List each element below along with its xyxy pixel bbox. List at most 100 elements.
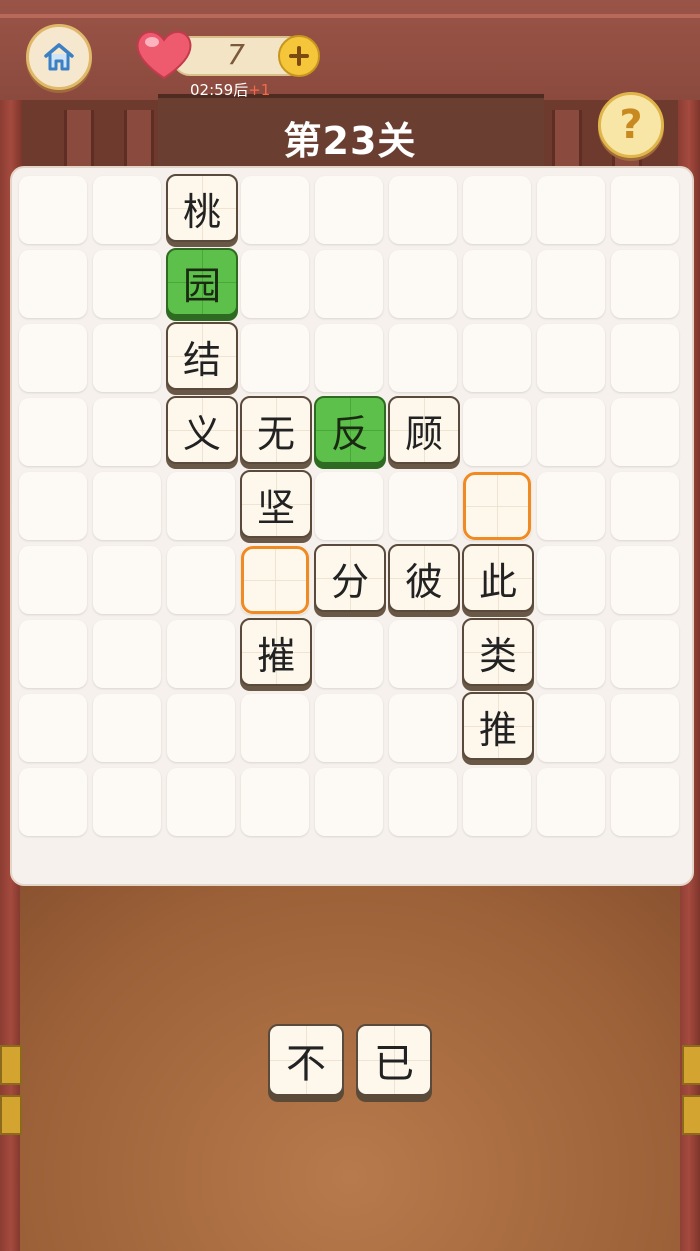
home-button[interactable] [26,24,92,90]
grid-cell [611,250,679,318]
character-tile[interactable]: 此 [462,544,534,612]
grid-cell [315,176,383,244]
grid-cell [389,694,457,762]
grid-cell [241,176,309,244]
grid-cell [167,546,235,614]
character-tile[interactable]: 彼 [388,544,460,612]
brass-fitting [682,1045,700,1085]
character-tile[interactable]: 分 [314,544,386,612]
grid-cell [537,546,605,614]
grid-cell [167,768,235,836]
grid-cell [537,398,605,466]
grid-cell [389,324,457,392]
grid-cell [93,620,161,688]
empty-slot[interactable] [241,546,309,614]
grid-cell [241,694,309,762]
grid-cell [93,768,161,836]
grid-cell [93,472,161,540]
grid-cell [463,398,531,466]
grid-cell [389,472,457,540]
character-tile[interactable]: 摧 [240,618,312,686]
grid-cell [241,768,309,836]
grid-cell [93,398,161,466]
grid-cell [93,694,161,762]
grid-cell [241,324,309,392]
puzzle-board: 桃园结义无反顾坚分彼此摧 类推 [10,166,694,886]
character-tile[interactable]: 桃 [166,174,238,242]
choice-area [20,880,680,1251]
grid-cell [19,546,87,614]
grid-cell [463,768,531,836]
grid-cell [389,176,457,244]
grid-cell [463,176,531,244]
correct-tile[interactable]: 园 [166,248,238,316]
character-tile[interactable]: 推 [462,692,534,760]
grid-cell [315,620,383,688]
grid-cell [315,250,383,318]
grid-cell [611,694,679,762]
grid-cell [611,398,679,466]
character-tile[interactable]: 坚 [240,470,312,538]
grid-cell [537,324,605,392]
grid-cell [167,694,235,762]
grid-cell [537,176,605,244]
grid-cell [611,472,679,540]
grid-cell [315,694,383,762]
character-tile[interactable]: 义 [166,396,238,464]
grid-cell [389,250,457,318]
lives-count: 7 [227,38,245,71]
grid-cell [93,250,161,318]
grid-cell [93,546,161,614]
grid-cell [537,768,605,836]
grid-cell [537,694,605,762]
brass-fitting [0,1095,22,1135]
brass-fitting [0,1045,22,1085]
grid-cell [241,250,309,318]
grid-cell [611,176,679,244]
grid-cell [315,472,383,540]
plus-icon [289,46,309,66]
grid-cell [93,176,161,244]
character-tile[interactable]: 结 [166,322,238,390]
grid-cell [19,324,87,392]
grid-cell [611,768,679,836]
grid-cell [93,324,161,392]
correct-tile[interactable]: 反 [314,396,386,464]
grid-cell [19,768,87,836]
home-icon [44,43,74,71]
grid-cell [537,472,605,540]
choice-tile[interactable]: 不 [268,1024,344,1096]
grid-cell [19,472,87,540]
grid-cell [19,694,87,762]
grid-cell [611,620,679,688]
grid-cell [315,324,383,392]
grid-cell [611,546,679,614]
character-tile[interactable]: 类 [462,618,534,686]
brass-fitting [682,1095,700,1135]
help-button[interactable]: ? [598,92,664,158]
top-frame [0,0,700,106]
empty-slot[interactable] [463,472,531,540]
grid-cell [167,620,235,688]
question-icon: ? [619,102,643,148]
grid-cell [389,768,457,836]
grid-cell [19,176,87,244]
timer-text: 02:59后 [190,81,249,99]
choice-tile[interactable]: 已 [356,1024,432,1096]
heart-icon [136,31,192,80]
add-lives-button[interactable] [278,35,320,77]
grid-cell [389,620,457,688]
grid-cell [19,620,87,688]
grid-cell [537,250,605,318]
grid-cell [537,620,605,688]
timer-bonus: +1 [248,81,271,99]
lives-timer: 02:59后+1 [190,79,270,100]
grid-cell [611,324,679,392]
character-tile[interactable]: 顾 [388,396,460,464]
grid-cell [19,250,87,318]
grid-cell [315,768,383,836]
page-title: 第23关 [283,119,417,163]
grid-cell [167,472,235,540]
character-tile[interactable]: 无 [240,396,312,464]
grid-cell [463,324,531,392]
